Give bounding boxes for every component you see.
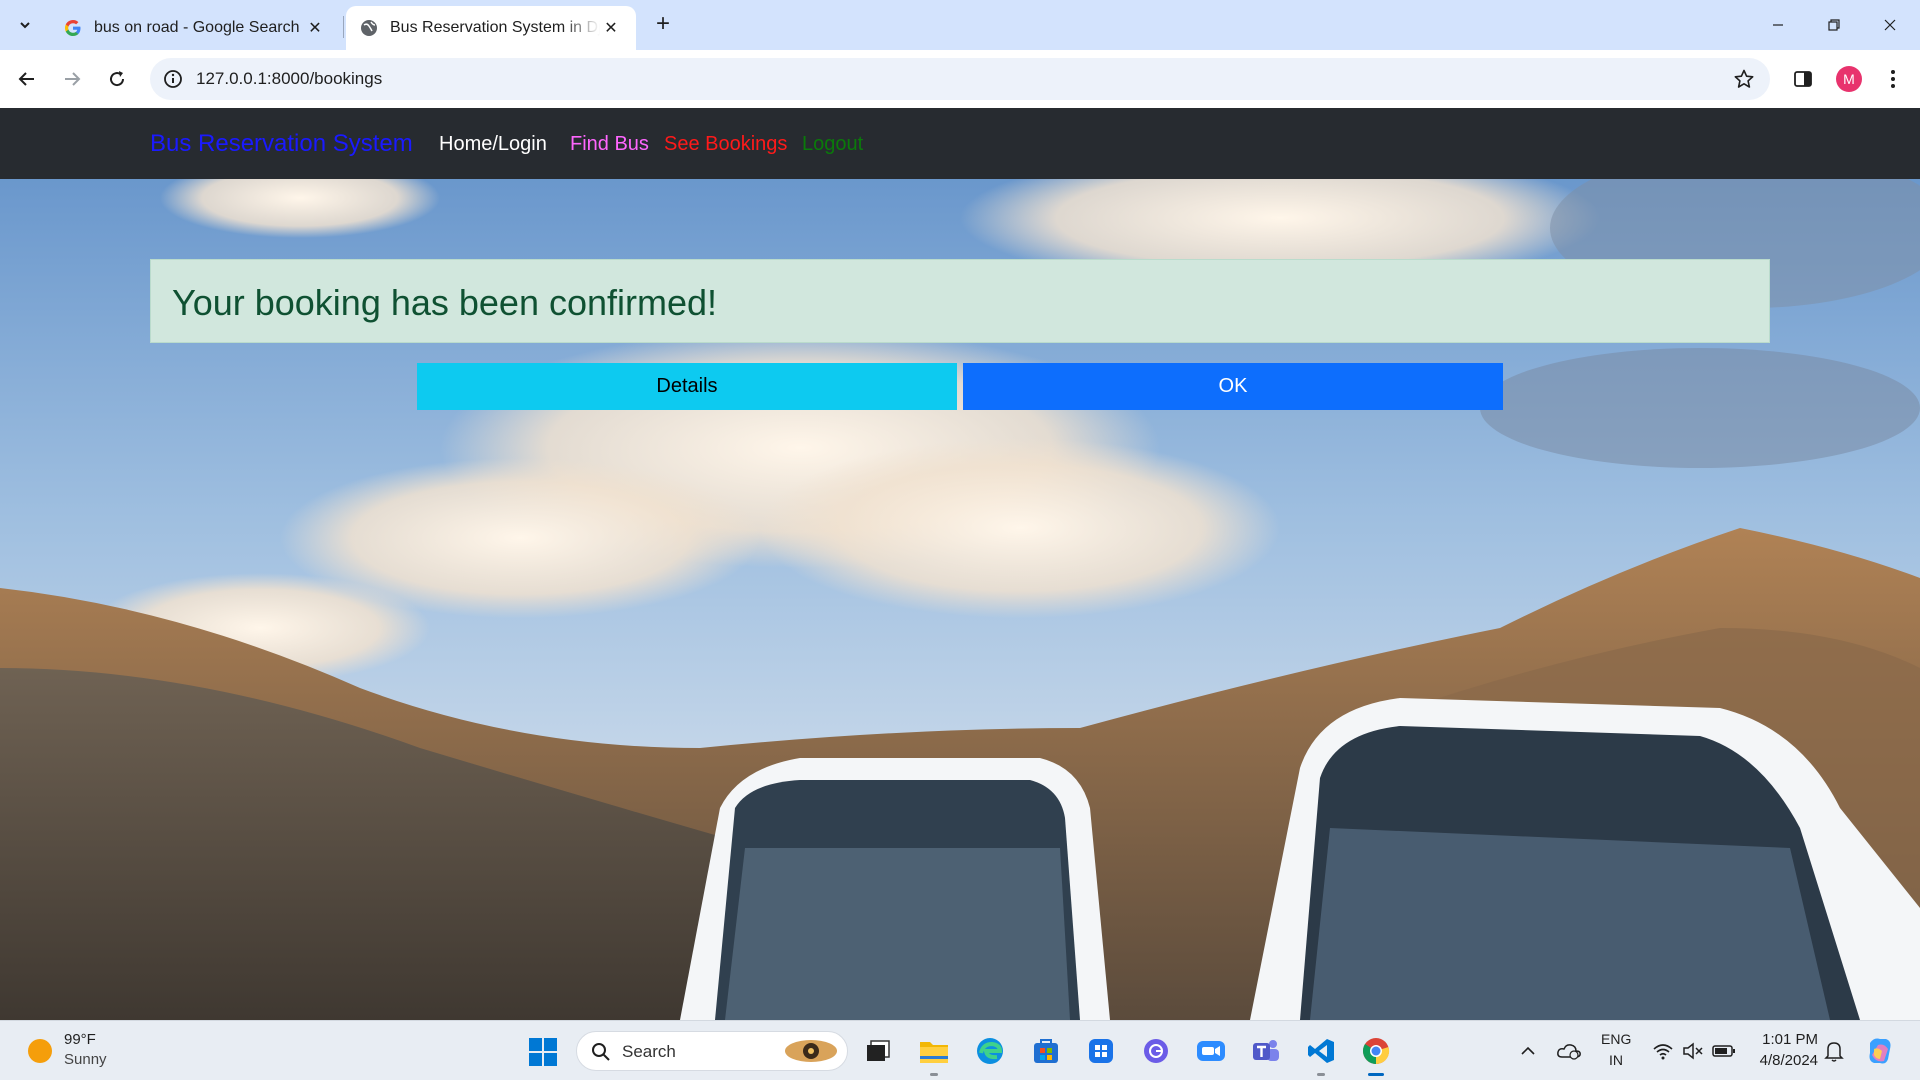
- tab-separator: [343, 16, 344, 38]
- globe-icon: [360, 19, 378, 37]
- tab-bus-reservation[interactable]: Bus Reservation System in Django ✕: [346, 6, 636, 50]
- details-button[interactable]: Details: [417, 363, 957, 410]
- site-info-icon[interactable]: [162, 68, 184, 90]
- side-panel-icon[interactable]: [1790, 66, 1816, 92]
- ok-button[interactable]: OK: [963, 363, 1503, 410]
- clock-date[interactable]: 4/8/2024: [1750, 1052, 1818, 1069]
- tab-search-chevron-icon[interactable]: [10, 10, 40, 40]
- taskbar-search-box[interactable]: Search: [576, 1031, 848, 1071]
- edge-icon[interactable]: [972, 1033, 1008, 1069]
- language-indicator[interactable]: ENG: [1601, 1031, 1631, 1047]
- chevron-up-icon[interactable]: [1518, 1041, 1538, 1061]
- notification-bell-icon[interactable]: [1823, 1039, 1845, 1063]
- volume-muted-icon[interactable]: [1682, 1041, 1704, 1061]
- window-close-icon[interactable]: [1862, 0, 1918, 50]
- site-navbar: Bus Reservation System Home/Login Find B…: [0, 108, 1920, 179]
- chrome-icon[interactable]: [1358, 1033, 1394, 1076]
- window-minimize-icon[interactable]: [1750, 0, 1806, 50]
- onedrive-cloud-icon[interactable]: [1556, 1041, 1582, 1061]
- back-arrow-icon[interactable]: [10, 62, 44, 96]
- address-bar[interactable]: 127.0.0.1:8000/bookings: [150, 58, 1770, 100]
- nav-see-bookings[interactable]: See Bookings: [664, 133, 787, 156]
- windows-taskbar: 99°F Sunny Search ENG IN 1:01 PM 4/8/202…: [0, 1020, 1920, 1080]
- url-text[interactable]: 127.0.0.1:8000/bookings: [196, 69, 382, 89]
- running-indicator: [930, 1073, 938, 1076]
- wifi-icon[interactable]: [1652, 1041, 1674, 1061]
- tab-close-icon[interactable]: ✕: [304, 17, 326, 39]
- alert-message: Your booking has been confirmed!: [172, 282, 718, 323]
- running-indicator: [1317, 1073, 1325, 1076]
- search-highlight-eye-icon: [785, 1040, 837, 1062]
- nav-logout[interactable]: Logout: [802, 133, 863, 156]
- file-explorer-icon[interactable]: [916, 1033, 952, 1076]
- tab-title: Bus Reservation System in Django: [390, 19, 600, 36]
- vscode-icon[interactable]: [1303, 1033, 1339, 1076]
- windows-start-icon[interactable]: [528, 1037, 558, 1067]
- forward-arrow-icon[interactable]: [55, 62, 89, 96]
- store-icon[interactable]: [1028, 1033, 1064, 1069]
- bookmark-star-icon[interactable]: [1732, 67, 1756, 91]
- teams-icon[interactable]: [1248, 1033, 1284, 1069]
- weather-condition[interactable]: Sunny: [64, 1051, 107, 1068]
- booking-confirmed-alert: Your booking has been confirmed!: [150, 259, 1770, 343]
- task-view-icon[interactable]: [860, 1033, 896, 1069]
- browser-toolbar: 127.0.0.1:8000/bookings M: [0, 50, 1920, 108]
- new-tab-plus-icon[interactable]: +: [650, 12, 676, 38]
- nav-home-login[interactable]: Home/Login: [439, 133, 547, 156]
- reload-icon[interactable]: [100, 62, 134, 96]
- active-indicator: [1368, 1073, 1384, 1076]
- tab-title: bus on road - Google Search: [94, 19, 300, 36]
- google-g-icon: [64, 19, 82, 37]
- window-restore-icon[interactable]: [1806, 0, 1862, 50]
- tab-close-icon[interactable]: ✕: [600, 17, 622, 39]
- tab-google-search[interactable]: bus on road - Google Search ✕: [50, 6, 340, 50]
- kebab-menu-icon[interactable]: [1880, 66, 1906, 92]
- nav-find-bus[interactable]: Find Bus: [570, 133, 649, 156]
- language-region[interactable]: IN: [1609, 1052, 1623, 1068]
- profile-avatar[interactable]: M: [1836, 66, 1862, 92]
- zoom-icon[interactable]: [1193, 1033, 1229, 1069]
- mountain-bus-background-image: [0, 108, 1920, 1020]
- search-icon: [592, 1043, 610, 1061]
- app-icon[interactable]: [1138, 1033, 1174, 1069]
- search-label: Search: [622, 1042, 676, 1061]
- weather-temperature[interactable]: 99°F: [64, 1031, 96, 1048]
- battery-icon[interactable]: [1712, 1041, 1736, 1061]
- browser-tabstrip: bus on road - Google Search ✕ Bus Reserv…: [0, 0, 1920, 50]
- copilot-icon[interactable]: [1864, 1035, 1896, 1067]
- brand-link[interactable]: Bus Reservation System: [150, 130, 413, 158]
- sun-weather-icon[interactable]: [28, 1039, 52, 1063]
- app-icon[interactable]: [1083, 1033, 1119, 1069]
- clock-time[interactable]: 1:01 PM: [1758, 1031, 1818, 1048]
- web-page: Bus Reservation System Home/Login Find B…: [0, 108, 1920, 1020]
